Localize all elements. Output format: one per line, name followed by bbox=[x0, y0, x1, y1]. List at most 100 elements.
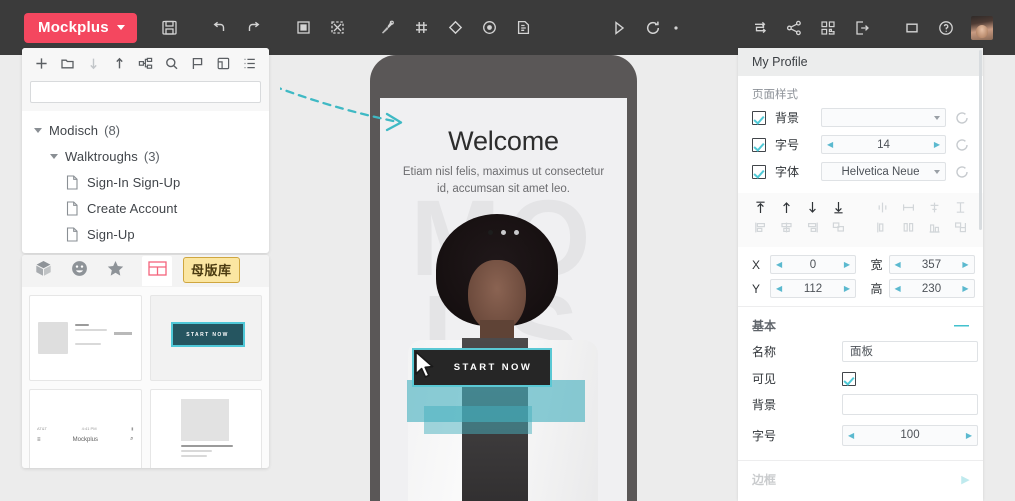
share-icon[interactable] bbox=[777, 11, 811, 45]
tree-item-sign-in-sign-up[interactable]: Sign-In Sign-Up bbox=[22, 169, 269, 195]
send-backward-icon[interactable] bbox=[804, 199, 821, 216]
master-library-tab[interactable] bbox=[142, 256, 172, 286]
width-field[interactable]: ◀ 357 ▶ bbox=[888, 255, 975, 274]
align-center-h-icon[interactable] bbox=[900, 199, 917, 216]
stepper-increment-icon[interactable]: ▶ bbox=[966, 431, 972, 440]
export-icon[interactable] bbox=[845, 11, 879, 45]
save-icon[interactable] bbox=[153, 11, 187, 45]
refresh-dropdown-icon[interactable] bbox=[670, 11, 682, 45]
link-icon[interactable] bbox=[371, 11, 405, 45]
search-input-box[interactable] bbox=[30, 81, 261, 103]
triangle-expanded-icon[interactable] bbox=[34, 127, 42, 133]
height-field[interactable]: ◀ 230 ▶ bbox=[888, 279, 975, 298]
background-field[interactable] bbox=[842, 394, 978, 415]
tree-item-walktroughs[interactable]: Walktroughs (3) bbox=[22, 143, 269, 169]
align-left-icon[interactable] bbox=[874, 199, 891, 216]
flag-icon[interactable] bbox=[185, 51, 209, 75]
duplicate-icon[interactable] bbox=[211, 51, 235, 75]
grid-icon[interactable] bbox=[405, 11, 439, 45]
stepper-increment-icon[interactable]: ▶ bbox=[844, 284, 850, 293]
background-color-dropdown[interactable] bbox=[821, 108, 946, 127]
refresh-icon[interactable] bbox=[636, 11, 670, 45]
redo-icon[interactable] bbox=[237, 11, 271, 45]
preview-play-icon[interactable] bbox=[602, 11, 636, 45]
font-family-dropdown[interactable]: Helvetica Neue bbox=[821, 162, 946, 181]
reset-icon[interactable] bbox=[955, 111, 969, 125]
distribute-stack-icon[interactable] bbox=[830, 219, 847, 236]
shape-icon[interactable] bbox=[439, 11, 473, 45]
sitemap-icon[interactable] bbox=[134, 51, 158, 75]
add-page-icon[interactable] bbox=[30, 51, 54, 75]
start-now-button-thumbnail[interactable]: START NOW bbox=[149, 295, 262, 381]
search-input[interactable] bbox=[31, 82, 260, 102]
properties-panel: My Profile 页面样式 背景 字号 ◀ 14 ▶ 字体 Helvetic… bbox=[738, 48, 983, 501]
mockplus-logo-menu[interactable]: Mockplus bbox=[24, 12, 137, 43]
tree-count: (3) bbox=[143, 148, 160, 164]
collapse-icon[interactable]: ▸ bbox=[961, 472, 969, 487]
undo-icon[interactable] bbox=[203, 11, 237, 45]
collapse-icon[interactable]: — bbox=[954, 318, 969, 333]
fullscreen-icon[interactable] bbox=[895, 11, 929, 45]
mockplus-editor-window: Mockplus Modisch (8) Walktroughs (3) Sig… bbox=[0, 0, 1015, 501]
name-field[interactable]: 面板 bbox=[842, 340, 978, 362]
y-field[interactable]: ◀ 112 ▶ bbox=[770, 279, 856, 298]
thumbnail-title: Mockplus bbox=[72, 436, 98, 443]
components-tab[interactable] bbox=[34, 259, 53, 283]
product-row-thumbnail[interactable] bbox=[29, 295, 142, 381]
icons-tab[interactable] bbox=[70, 259, 89, 283]
cut-off-section-header[interactable]: 边框 ▸ bbox=[738, 461, 983, 490]
help-icon[interactable] bbox=[929, 11, 963, 45]
align-top-icon[interactable] bbox=[952, 199, 969, 216]
editor-canvas[interactable]: MO DS START NOW bbox=[280, 48, 728, 501]
distribute-h-icon[interactable] bbox=[952, 219, 969, 236]
hotspot-icon[interactable] bbox=[473, 11, 507, 45]
font-family-checkbox[interactable] bbox=[752, 164, 766, 179]
geometry-row-1: X ◀ 0 ▶ 宽 ◀ 357 ▶ bbox=[738, 255, 983, 274]
distribute-right-icon[interactable] bbox=[804, 219, 821, 236]
app-header-thumbnail[interactable]: AT&T 4:41 PM ▮ ≡ Mockplus ⌕ bbox=[29, 389, 142, 468]
note-icon[interactable] bbox=[507, 11, 541, 45]
distribute-v-icon[interactable] bbox=[926, 219, 943, 236]
chevron-down-icon bbox=[934, 169, 940, 174]
group-icon[interactable] bbox=[287, 11, 321, 45]
distribute-left-icon[interactable] bbox=[752, 219, 769, 236]
stepper-increment-icon[interactable]: ▶ bbox=[934, 140, 940, 149]
bring-forward-icon[interactable] bbox=[778, 199, 795, 216]
distribute-center-icon[interactable] bbox=[778, 219, 795, 236]
list-icon[interactable] bbox=[237, 51, 261, 75]
move-down-icon[interactable] bbox=[82, 51, 106, 75]
reset-icon[interactable] bbox=[955, 138, 969, 152]
new-folder-icon[interactable] bbox=[56, 51, 80, 75]
stepper-increment-icon[interactable]: ▶ bbox=[962, 260, 968, 269]
properties-scrollbar-thumb[interactable] bbox=[979, 50, 982, 230]
ungroup-icon[interactable] bbox=[321, 11, 355, 45]
qrcode-icon[interactable] bbox=[811, 11, 845, 45]
x-field[interactable]: ◀ 0 ▶ bbox=[770, 255, 856, 274]
opacity-stepper[interactable]: ◀ 100 ▶ bbox=[842, 424, 978, 446]
bring-to-front-icon[interactable] bbox=[752, 199, 769, 216]
font-family-value: Helvetica Neue bbox=[841, 165, 920, 178]
tree-item-modisch[interactable]: Modisch (8) bbox=[22, 117, 269, 143]
favorites-tab[interactable] bbox=[106, 259, 125, 283]
basic-section-header[interactable]: 基本 — bbox=[738, 307, 983, 336]
portrait-card-thumbnail[interactable] bbox=[149, 389, 262, 468]
visible-checkbox[interactable] bbox=[842, 371, 856, 386]
background-checkbox[interactable] bbox=[752, 110, 766, 125]
reset-icon[interactable] bbox=[955, 165, 969, 179]
send-to-back-icon[interactable] bbox=[830, 199, 847, 216]
triangle-expanded-icon[interactable] bbox=[50, 153, 58, 159]
tree-item-sign-up[interactable]: Sign-Up bbox=[22, 221, 269, 247]
flow-icon[interactable] bbox=[743, 11, 777, 45]
stepper-increment-icon[interactable]: ▶ bbox=[962, 284, 968, 293]
align-bottom-icon[interactable] bbox=[900, 219, 917, 236]
thumbnail-navbar: ≡ Mockplus ⌕ bbox=[37, 436, 134, 443]
align-middle-icon[interactable] bbox=[874, 219, 891, 236]
move-up-icon[interactable] bbox=[108, 51, 132, 75]
stepper-increment-icon[interactable]: ▶ bbox=[844, 260, 850, 269]
search-icon[interactable] bbox=[159, 51, 183, 75]
align-right-icon[interactable] bbox=[926, 199, 943, 216]
user-avatar[interactable] bbox=[971, 15, 993, 40]
font-size-stepper[interactable]: ◀ 14 ▶ bbox=[821, 135, 946, 154]
tree-item-create-account[interactable]: Create Account bbox=[22, 195, 269, 221]
font-size-checkbox[interactable] bbox=[752, 137, 766, 152]
